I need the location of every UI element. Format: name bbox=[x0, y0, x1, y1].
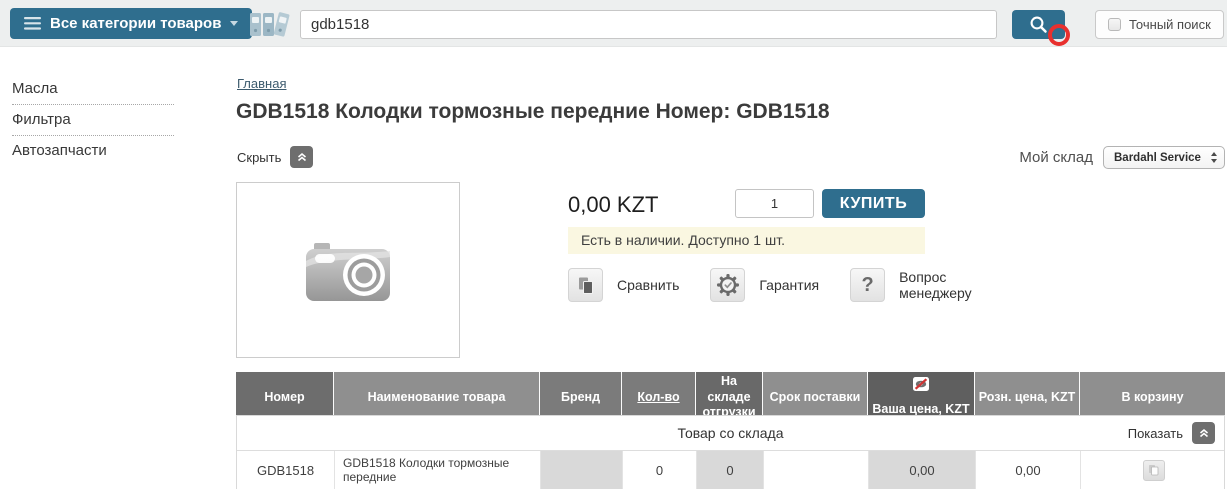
all-categories-button[interactable]: Все категории товаров bbox=[10, 8, 252, 39]
compare-button[interactable] bbox=[568, 268, 603, 302]
camera-icon bbox=[302, 237, 394, 303]
category-sidebar: Масла Фильтра Автозапчасти bbox=[12, 74, 174, 166]
my-warehouse-label: Мой склад bbox=[1019, 149, 1093, 166]
cell-retail-price: 0,00 bbox=[976, 451, 1081, 489]
availability-banner: Есть в наличии. Доступно 1 шт. bbox=[568, 227, 925, 254]
ask-manager-button[interactable]: ? bbox=[850, 268, 885, 302]
quantity-input[interactable] bbox=[735, 189, 814, 218]
show-group-label[interactable]: Показать bbox=[1128, 426, 1183, 441]
sidebar-item-filters[interactable]: Фильтра bbox=[12, 105, 174, 136]
cell-your-price: 0,00 bbox=[869, 451, 976, 489]
question-mark-icon: ? bbox=[861, 274, 873, 297]
stock-group-label: Товар со склада bbox=[677, 425, 783, 441]
warehouse-selected-value: Bardahl Service bbox=[1114, 152, 1201, 164]
group-collapse-button[interactable] bbox=[1192, 422, 1215, 444]
cell-brand bbox=[541, 451, 623, 489]
sidebar-item-autoparts[interactable]: Автозапчасти bbox=[12, 136, 174, 166]
cell-number: GDB1518 bbox=[237, 451, 335, 489]
compare-copy-icon bbox=[577, 276, 595, 295]
add-to-cart-button[interactable] bbox=[1143, 460, 1165, 481]
results-table-body: Товар со склада Показать GDB1518 GDB1518… bbox=[236, 415, 1225, 489]
table-row: GDB1518 GDB1518 Колодки тормозные передн… bbox=[237, 451, 1224, 489]
main-content: Главная GDB1518 Колодки тормозные передн… bbox=[236, 0, 1225, 489]
hide-section-label[interactable]: Скрыть bbox=[237, 150, 281, 165]
product-image-placeholder bbox=[236, 182, 460, 358]
results-table-header: Номер Наименование товара Бренд Кол-во Н… bbox=[236, 372, 1225, 414]
stock-group-row: Товар со склада Показать bbox=[237, 416, 1224, 451]
select-stepper-icon bbox=[1210, 151, 1218, 164]
page-title: GDB1518 Колодки тормозные передние Номер… bbox=[236, 100, 830, 124]
cell-delivery bbox=[764, 451, 869, 489]
chevron-double-up-icon bbox=[296, 151, 308, 163]
product-price: 0,00 KZT bbox=[568, 192, 658, 218]
cell-name: GDB1518 Колодки тормозные передние bbox=[335, 451, 541, 489]
buy-button[interactable]: КУПИТЬ bbox=[822, 189, 925, 218]
warranty-gear-icon bbox=[716, 273, 740, 297]
breadcrumb-home-link[interactable]: Главная bbox=[237, 76, 286, 91]
warehouse-select[interactable]: Bardahl Service bbox=[1103, 146, 1225, 169]
cell-qty: 0 bbox=[623, 451, 697, 489]
all-categories-label: Все категории товаров bbox=[50, 15, 221, 32]
hamburger-icon bbox=[24, 17, 41, 30]
collapse-button[interactable] bbox=[290, 146, 313, 168]
product-actions: Сравнить Гарантия ? Вопрос менеджеру bbox=[568, 268, 987, 302]
warranty-button[interactable] bbox=[710, 268, 745, 302]
warranty-label[interactable]: Гарантия bbox=[759, 277, 819, 293]
sidebar-item-oils[interactable]: Масла bbox=[12, 74, 174, 105]
ask-manager-label[interactable]: Вопрос менеджеру bbox=[899, 269, 987, 301]
chevron-double-up-icon bbox=[1198, 427, 1210, 439]
hide-price-eye-slash-icon[interactable] bbox=[913, 377, 929, 391]
cell-stock: 0 bbox=[697, 451, 764, 489]
compare-label[interactable]: Сравнить bbox=[617, 277, 679, 293]
copy-page-icon bbox=[1148, 464, 1159, 476]
toolbar: Скрыть Мой склад Bardahl Service bbox=[237, 146, 1225, 170]
